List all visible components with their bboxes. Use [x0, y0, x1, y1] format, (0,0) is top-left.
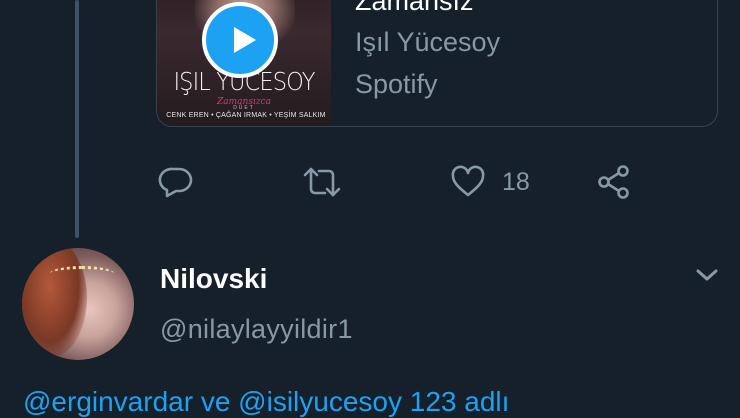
- reply-button[interactable]: [158, 164, 194, 200]
- track-artist: Işıl Yücesoy: [355, 27, 501, 57]
- tweet-text-mentions[interactable]: @erginvardar ve @isilyucesoy 123 adlı: [23, 386, 509, 418]
- avatar-filter-crown: [50, 266, 114, 281]
- retweet-button[interactable]: [302, 164, 342, 200]
- share-icon: [598, 165, 629, 199]
- thread-connector-line: [75, 0, 79, 238]
- like-button[interactable]: 18: [450, 164, 530, 200]
- avatar[interactable]: [22, 248, 134, 360]
- tweet-options-button[interactable]: [694, 266, 720, 289]
- play-icon: [234, 27, 256, 53]
- retweet-icon: [303, 167, 341, 197]
- display-name[interactable]: Nilovski: [160, 263, 267, 295]
- share-button[interactable]: [596, 164, 632, 200]
- heart-icon: [451, 165, 485, 197]
- chevron-down-icon: [696, 269, 718, 281]
- user-handle[interactable]: @nilaylayyildir1: [160, 314, 353, 345]
- album-cover-sub-text: DÜET: [233, 105, 255, 111]
- track-title[interactable]: Zamansız: [355, 0, 474, 17]
- album-cover-credits: CENK EREN • ÇAĞAN IRMAK • YEŞİM SALKIM: [166, 112, 326, 119]
- album-cover-script-text: Zamansızca: [217, 97, 271, 107]
- play-button[interactable]: [202, 2, 278, 78]
- avatar-hair: [22, 248, 87, 358]
- reply-icon: [158, 167, 193, 198]
- like-count: 18: [502, 167, 530, 196]
- track-source: Spotify: [355, 69, 438, 99]
